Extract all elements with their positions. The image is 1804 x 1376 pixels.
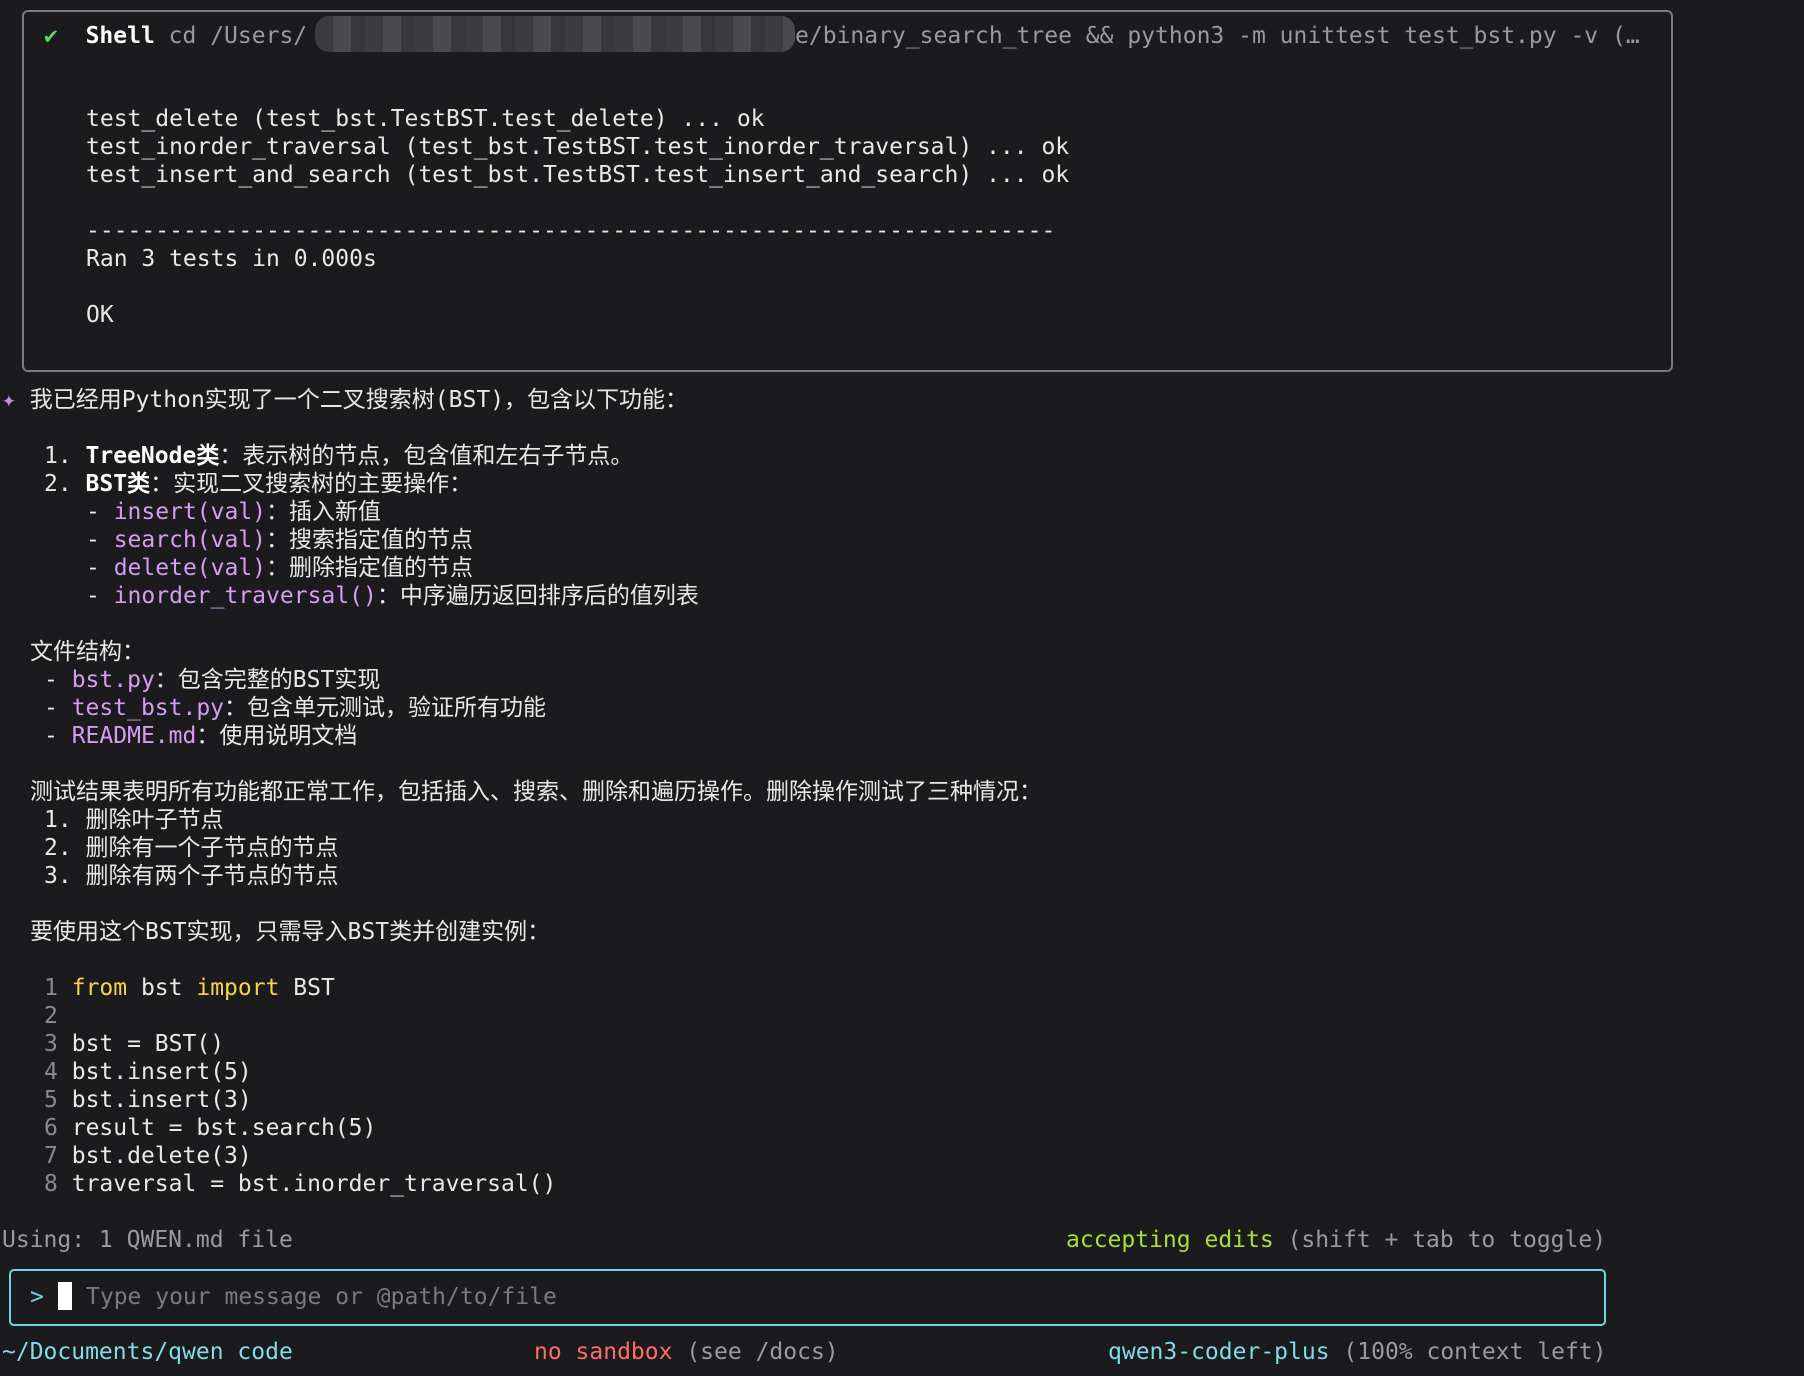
file-item: - test_bst.py：包含单元测试，验证所有功能 [44, 695, 547, 721]
approval-mode-status[interactable]: accepting edits (shift + tab to toggle) [1066, 1226, 1606, 1254]
code-line: 2 [44, 1003, 58, 1029]
test-separator: ----------------------------------------… [86, 218, 1056, 244]
case-item: 3. 删除有两个子节点的节点 [44, 863, 339, 889]
text-cursor [58, 1282, 72, 1310]
case-item: 1. 删除叶子节点 [44, 807, 224, 833]
file-item: - bst.py：包含完整的BST实现 [44, 667, 381, 693]
method-item: - search(val)：搜索指定值的节点 [86, 527, 474, 553]
files-heading: 文件结构： [30, 639, 145, 665]
prompt-icon: > [30, 1284, 44, 1310]
case-item: 2. 删除有一个子节点的节点 [44, 835, 339, 861]
method-item: - insert(val)：插入新值 [86, 499, 382, 525]
usage-text: 要使用这个BST实现，只需导入BST类并创建实例： [30, 919, 551, 945]
shell-output-panel [22, 10, 1673, 372]
message-input[interactable]: Type your message or @path/to/file [86, 1283, 557, 1311]
shell-command-prefix: cd /Users/ [168, 23, 308, 49]
model-status: qwen3-coder-plus (100% context left) [1108, 1339, 1607, 1365]
code-line: 8 traversal = bst.inorder_traversal() [44, 1171, 557, 1197]
code-line: 3 bst = BST() [44, 1031, 225, 1057]
method-item: - inorder_traversal()：中序遍历返回排序后的值列表 [86, 583, 699, 609]
test-results-text: 测试结果表明所有功能都正常工作，包括插入、搜索、删除和遍历操作。删除操作测试了三… [30, 779, 1042, 805]
redacted-path [315, 16, 795, 52]
shell-label: Shell [85, 23, 155, 49]
response-intro: ✦ 我已经用Python实现了一个二叉搜索树(BST)，包含以下功能： [2, 387, 689, 413]
code-line: 1 from bst import BST [44, 975, 335, 1001]
test-output-line: test_insert_and_search (test_bst.TestBST… [86, 162, 1070, 188]
file-item: - README.md：使用说明文档 [44, 723, 358, 749]
shell-status-line: ✔ Shell cd /Users/ [44, 22, 307, 50]
code-line: 7 bst.delete(3) [44, 1143, 252, 1169]
test-result: OK [86, 302, 114, 328]
sparkle-icon: ✦ [2, 387, 16, 413]
working-directory: ~/Documents/qwen code [2, 1339, 293, 1365]
test-summary: Ran 3 tests in 0.000s [86, 246, 377, 272]
test-output-line: test_delete (test_bst.TestBST.test_delet… [86, 106, 765, 132]
sandbox-status: no sandbox (see /docs) [534, 1339, 839, 1365]
code-line: 6 result = bst.search(5) [44, 1115, 377, 1141]
list-item: 1. TreeNode类：表示树的节点，包含值和左右子节点。 [44, 443, 634, 469]
code-line: 5 bst.insert(3) [44, 1087, 252, 1113]
shell-command-suffix: e/binary_search_tree && python3 -m unitt… [795, 23, 1640, 49]
check-icon: ✔ [44, 23, 58, 49]
context-files-status: Using: 1 QWEN.md file [2, 1227, 293, 1253]
method-item: - delete(val)：删除指定值的节点 [86, 555, 474, 581]
list-item: 2. BST类：实现二叉搜索树的主要操作： [44, 471, 473, 497]
test-output-line: test_inorder_traversal (test_bst.TestBST… [86, 134, 1070, 160]
code-line: 4 bst.insert(5) [44, 1059, 252, 1085]
